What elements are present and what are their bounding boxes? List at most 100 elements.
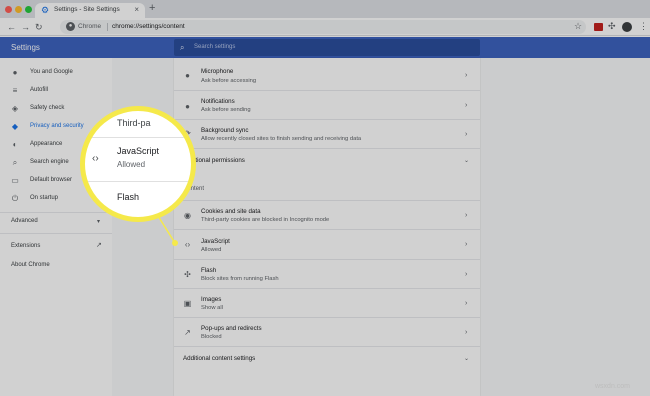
chrome-logo-icon: ●: [66, 22, 75, 31]
palette-icon: ◐: [12, 140, 18, 149]
avatar[interactable]: [622, 22, 632, 32]
chevron-right-icon: ›: [465, 271, 468, 278]
settings-card: ● Microphone Ask before accessing › ● No…: [174, 58, 480, 396]
list-item-flash[interactable]: ✣ Flash Block sites from running Flash ›: [174, 259, 480, 288]
sidebar-item-label: Default browser: [30, 177, 73, 183]
row-title: Pop-ups and redirects: [201, 325, 262, 332]
back-arrow-icon[interactable]: ←: [7, 21, 16, 33]
sidebar-divider: [0, 212, 112, 213]
list-item-notifications[interactable]: ● Notifications Ask before sending ›: [174, 90, 480, 119]
row-subtitle: Allowed: [201, 247, 222, 253]
list-item-background-sync[interactable]: ⟳ Background sync Allow recently closed …: [174, 119, 480, 148]
chevron-right-icon: ›: [465, 329, 468, 336]
kebab-menu-icon[interactable]: ⋮: [639, 21, 648, 32]
gear-icon: ⚙: [41, 5, 50, 15]
chevron-right-icon: ›: [465, 131, 468, 138]
cookie-icon: ◉: [184, 211, 191, 220]
row-subtitle: Blocked: [201, 334, 222, 340]
open-in-new-icon: ↗: [184, 328, 191, 337]
row-subtitle: Ask before sending: [201, 107, 251, 113]
sidebar-about-chrome[interactable]: About Chrome: [11, 262, 50, 268]
additional-permissions-expander[interactable]: Additional permissions ⌄: [174, 148, 480, 174]
list-item-popups[interactable]: ↗ Pop-ups and redirects Blocked ›: [174, 317, 480, 346]
microphone-icon: ●: [185, 71, 190, 80]
omnibox-separator: [107, 23, 108, 31]
row-title: Microphone: [201, 68, 234, 75]
callout-divider: [85, 181, 191, 182]
open-external-icon[interactable]: ↗: [96, 242, 104, 250]
row-title: Notifications: [201, 98, 235, 105]
chevron-right-icon: ›: [465, 212, 468, 219]
list-item-microphone[interactable]: ● Microphone Ask before accessing ›: [174, 58, 480, 87]
chevron-right-icon: ›: [465, 300, 468, 307]
row-title: Flash: [201, 267, 217, 274]
watermark: wsxdn.com: [595, 383, 631, 390]
close-tab-icon[interactable]: ×: [134, 5, 139, 15]
callout-divider: [85, 137, 191, 138]
sidebar-extensions[interactable]: Extensions: [11, 243, 40, 249]
row-title: JavaScript: [201, 238, 230, 245]
search-placeholder: Search settings: [194, 44, 236, 50]
row-subtitle: Block sites from running Flash: [201, 276, 279, 282]
search-icon: ⌕: [12, 158, 18, 167]
settings-header: Settings ⌕ Search settings: [0, 37, 650, 58]
additional-content-settings-expander[interactable]: Additional content settings ⌄: [174, 346, 480, 372]
callout-partial-text: Third-pa: [117, 118, 151, 128]
callout-subtitle: Allowed: [117, 160, 146, 169]
sidebar-item-label: On startup: [30, 195, 59, 201]
list-icon: ≡: [12, 86, 18, 95]
address-bar[interactable]: ● Chrome chrome://settings/content: [60, 20, 586, 34]
row-title: Background sync: [201, 127, 249, 134]
code-brackets-icon: ‹›: [184, 240, 191, 249]
bell-icon: ●: [185, 102, 190, 111]
maximize-window-button[interactable]: [25, 6, 32, 13]
callout-title: JavaScript: [117, 146, 160, 156]
omnibox-scheme: Chrome: [78, 23, 102, 30]
image-icon: ▣: [183, 299, 192, 308]
shield-check-icon: ◈: [11, 104, 19, 113]
chevron-right-icon: ›: [465, 241, 468, 248]
sidebar-advanced[interactable]: Advanced: [11, 218, 38, 224]
sidebar-item-label: Autofill: [30, 87, 49, 93]
tab-settings[interactable]: ⚙ Settings - Site Settings ×: [35, 3, 145, 18]
new-tab-button[interactable]: +: [149, 3, 155, 14]
chevron-right-icon: ›: [465, 102, 468, 109]
reload-icon[interactable]: ↻: [35, 21, 43, 33]
sidebar-item-label: Search engine: [30, 159, 69, 165]
close-window-button[interactable]: [5, 6, 12, 13]
sidebar-item-label: You and Google: [30, 69, 73, 75]
sidebar-item-autofill[interactable]: ≡ Autofill: [0, 82, 112, 100]
callout-flash-text: Flash: [117, 192, 140, 202]
puzzle-icon: ✣: [184, 270, 191, 279]
forward-arrow-icon[interactable]: →: [21, 21, 30, 33]
bookmark-star-icon[interactable]: ☆: [574, 21, 582, 32]
row-subtitle: Ask before accessing: [201, 78, 257, 84]
list-item-javascript[interactable]: ‹› JavaScript Allowed ›: [174, 229, 480, 259]
additional-content-settings-label: Additional content settings: [183, 355, 256, 362]
list-item-images[interactable]: ▣ Images Show all ›: [174, 288, 480, 317]
shield-icon: ◆: [11, 122, 19, 131]
sidebar: ● You and Google ≡ Autofill ◈ Safety che…: [0, 58, 112, 396]
search-input[interactable]: ⌕ Search settings: [174, 39, 480, 56]
omnibox-url[interactable]: chrome://settings/content: [112, 23, 185, 30]
extension-icon[interactable]: [594, 23, 603, 31]
minimize-window-button[interactable]: [15, 6, 22, 13]
sidebar-item-label: Safety check: [30, 105, 65, 111]
browser-icon: ▭: [11, 176, 19, 185]
chevron-down-icon: ⌄: [464, 356, 470, 362]
sidebar-divider: [0, 233, 112, 234]
tab-strip: ⚙ Settings - Site Settings × +: [0, 0, 650, 18]
search-icon: ⌕: [180, 43, 185, 52]
sidebar-item-you-and-google[interactable]: ● You and Google: [0, 64, 112, 82]
chevron-right-icon: ›: [465, 72, 468, 79]
tab-title: Settings - Site Settings: [54, 6, 120, 13]
row-subtitle: Third-party cookies are blocked in Incog…: [201, 217, 330, 223]
sidebar-item-label: Privacy and security: [30, 123, 84, 129]
person-icon: ●: [12, 68, 18, 77]
sidebar-item-safety-check[interactable]: ◈ Safety check: [0, 100, 112, 118]
extensions-puzzle-icon[interactable]: ✣: [608, 21, 616, 32]
row-title: Cookies and site data: [201, 208, 261, 215]
caret-down-icon[interactable]: ▾: [97, 218, 100, 225]
chevron-down-icon: ⌄: [464, 158, 470, 164]
list-item-cookies[interactable]: ◉ Cookies and site data Third-party cook…: [174, 200, 480, 229]
